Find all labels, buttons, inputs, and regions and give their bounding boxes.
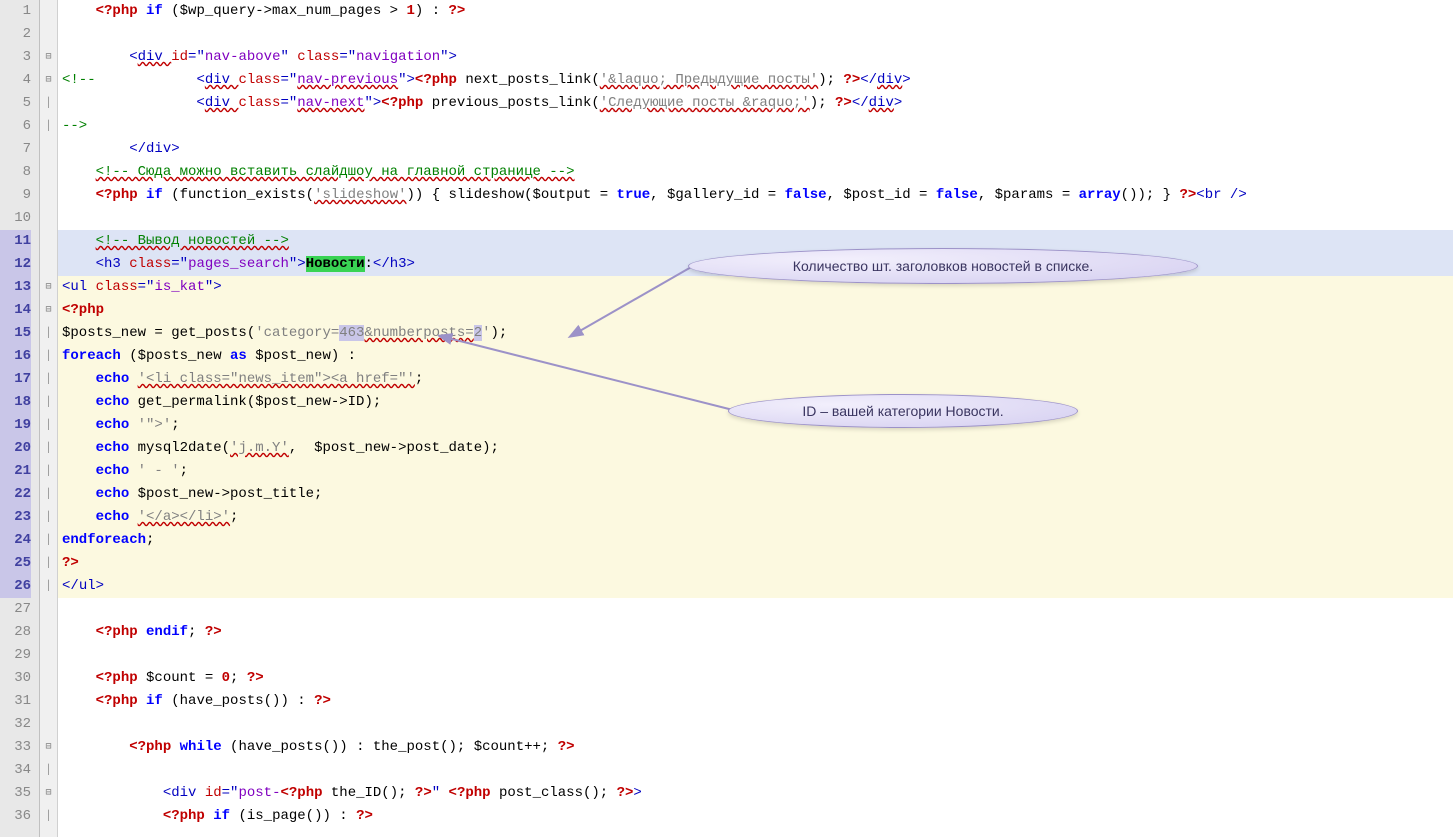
code-line: echo '</a></li>'; [58,506,1453,529]
line-number[interactable]: 13 [0,276,31,299]
fold-toggle[interactable]: ⊟ [40,782,57,805]
code-editor: 1 2 3 4 5 6 7 8 9 10 11 12 13 14 15 16 1… [0,0,1453,837]
code-line: <?php endif; ?> [58,621,1453,644]
line-number[interactable]: 20 [0,437,31,460]
line-number[interactable]: 33 [0,736,31,759]
code-line: echo ' - '; [58,460,1453,483]
fold-toggle[interactable]: ⊟ [40,69,57,92]
code-line: echo get_permalink($post_new->ID); [58,391,1453,414]
code-line: <h3 class="pages_search">Новости:</h3> [58,253,1453,276]
code-line: <?php if (have_posts()) : ?> [58,690,1453,713]
line-number[interactable]: 30 [0,667,31,690]
line-number[interactable]: 9 [0,184,31,207]
line-number[interactable]: 18 [0,391,31,414]
code-line: echo '<li class="news_item"><a href="'; [58,368,1453,391]
code-line: <?php [58,299,1453,322]
code-line [58,23,1453,46]
fold-toggle[interactable]: ⊟ [40,299,57,322]
code-line: echo $post_new->post_title; [58,483,1453,506]
line-number[interactable]: 32 [0,713,31,736]
line-number[interactable]: 27 [0,598,31,621]
line-number[interactable]: 4 [0,69,31,92]
code-line: <?php if ($wp_query->max_num_pages > 1) … [58,0,1453,23]
code-line [58,598,1453,621]
code-line: <?php if (is_page()) : ?> [58,805,1453,828]
code-line: foreach ($posts_new as $post_new) : [58,345,1453,368]
line-number[interactable]: 23 [0,506,31,529]
line-number[interactable]: 2 [0,23,31,46]
code-line: endforeach; [58,529,1453,552]
fold-toggle[interactable]: ⊟ [40,736,57,759]
code-line: <!-- <div class="nav-previous"><?php nex… [58,69,1453,92]
fold-toggle[interactable]: ⊟ [40,276,57,299]
line-number[interactable]: 16 [0,345,31,368]
line-number[interactable]: 35 [0,782,31,805]
code-line: <!-- Вывод новостей --> [58,230,1453,253]
line-number[interactable]: 26 [0,575,31,598]
code-line: <!-- Сюда можно вставить слайдшоу на гла… [58,161,1453,184]
code-line: echo mysql2date('j.m.Y', $post_new->post… [58,437,1453,460]
code-line: <?php $count = 0; ?> [58,667,1453,690]
line-number[interactable]: 10 [0,207,31,230]
line-number-gutter: 1 2 3 4 5 6 7 8 9 10 11 12 13 14 15 16 1… [0,0,40,837]
code-line [58,644,1453,667]
line-number[interactable]: 14 [0,299,31,322]
fold-column: ⊟ ⊟ │ │ ⊟ ⊟ │ │ │ │ │ │ │ │ │ │ │ │ ⊟ │ … [40,0,58,837]
line-number[interactable]: 34 [0,759,31,782]
line-number[interactable]: 5 [0,92,31,115]
code-line [58,759,1453,782]
code-line: <ul class="is_kat"> [58,276,1453,299]
line-number[interactable]: 22 [0,483,31,506]
line-number[interactable]: 29 [0,644,31,667]
line-number[interactable]: 19 [0,414,31,437]
code-line [58,207,1453,230]
line-number[interactable]: 25 [0,552,31,575]
line-number[interactable]: 15 [0,322,31,345]
line-number[interactable]: 17 [0,368,31,391]
code-line: ?> [58,552,1453,575]
line-number[interactable]: 36 [0,805,31,828]
fold-toggle[interactable]: ⊟ [40,46,57,69]
line-number[interactable]: 28 [0,621,31,644]
line-number[interactable]: 31 [0,690,31,713]
line-number[interactable]: 8 [0,161,31,184]
line-number[interactable]: 21 [0,460,31,483]
line-number[interactable]: 7 [0,138,31,161]
code-line: <?php if (function_exists('slideshow')) … [58,184,1453,207]
code-line [58,713,1453,736]
code-line: <div id="nav-above" class="navigation"> [58,46,1453,69]
code-line: </ul> [58,575,1453,598]
code-line: <?php while (have_posts()) : the_post();… [58,736,1453,759]
code-line: <div id="post-<?php the_ID(); ?>" <?php … [58,782,1453,805]
code-line: --> [58,115,1453,138]
code-line: </div> [58,138,1453,161]
line-number[interactable]: 12 [0,253,31,276]
line-number[interactable]: 11 [0,230,31,253]
code-content[interactable]: <?php if ($wp_query->max_num_pages > 1) … [58,0,1453,837]
line-number[interactable]: 3 [0,46,31,69]
line-number[interactable]: 6 [0,115,31,138]
line-number[interactable]: 1 [0,0,31,23]
code-line: $posts_new = get_posts('category=463&num… [58,322,1453,345]
line-number[interactable]: 24 [0,529,31,552]
code-line: echo '">'; [58,414,1453,437]
code-line: <div class="nav-next"><?php previous_pos… [58,92,1453,115]
